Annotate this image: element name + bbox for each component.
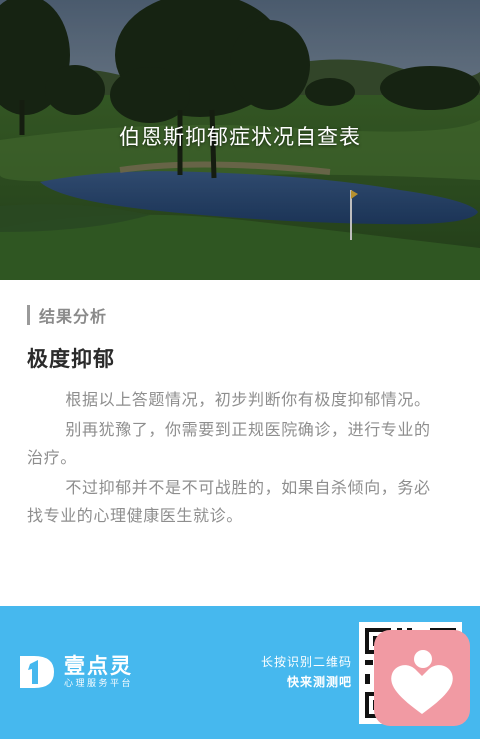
qr-hint: 长按识别二维码 快来测测吧 [261, 652, 352, 692]
section-accent-bar [27, 305, 30, 325]
page-title: 伯恩斯抑郁症状况自查表 [119, 125, 361, 149]
result-description: 根据以上答题情况，初步判断你有极度抑郁情况。 别再犹豫了，你需要到正规医院确诊，… [27, 386, 447, 532]
result-paragraph: 别再犹豫了，你需要到正规医院确诊，进行专业的治疗。 [27, 420, 431, 467]
heart-badge[interactable] [374, 630, 470, 726]
qr-hint-primary: 长按识别二维码 [260, 655, 352, 669]
brand-name: 壹点灵 [64, 654, 133, 678]
heart-person-icon [391, 650, 453, 714]
result-title: 极度抑郁 [27, 347, 115, 371]
result-paragraph: 根据以上答题情况，初步判断你有极度抑郁情况。 [65, 390, 431, 409]
result-section: 结果分析 极度抑郁 根据以上答题情况，初步判断你有极度抑郁情况。 别再犹豫了，你… [0, 280, 480, 606]
logo-mark-icon [20, 656, 54, 688]
section-header: 结果分析 [27, 304, 107, 326]
result-paragraph: 不过抑郁并不是不可战胜的，如果自杀倾向，务必找专业的心理健康医生就诊。 [27, 478, 431, 525]
qr-hint-secondary: 快来测测吧 [286, 675, 352, 689]
brand-logo: 壹点灵 心理服务平台 [18, 654, 133, 690]
hero-banner: 伯恩斯抑郁症状况自查表 [0, 0, 480, 280]
section-label: 结果分析 [39, 307, 108, 326]
brand-tagline: 心理服务平台 [64, 679, 134, 689]
